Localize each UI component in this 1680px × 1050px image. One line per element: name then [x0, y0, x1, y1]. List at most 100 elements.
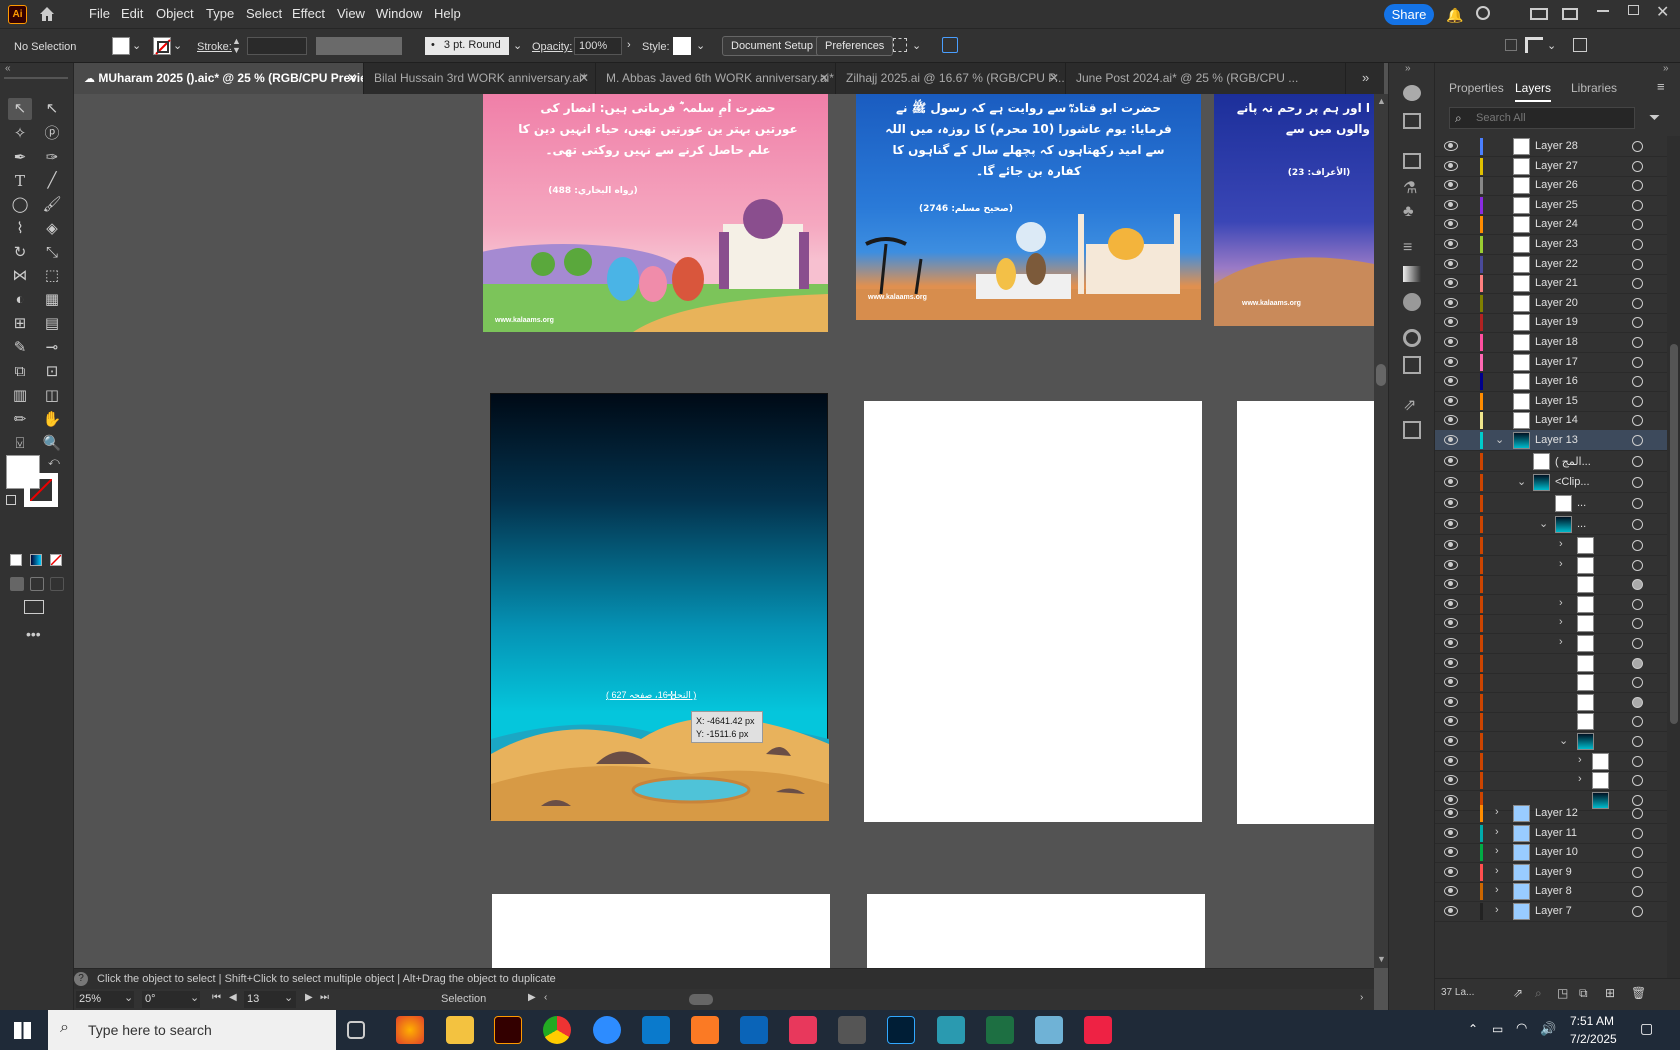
visibility-eye-icon[interactable]	[1444, 638, 1458, 648]
first-artboard-icon[interactable]: ⏮	[212, 992, 221, 1003]
locate-object-icon[interactable]: ⌕	[1535, 986, 1542, 1001]
taskbar-search[interactable]: ⌕ Type here to search	[48, 1010, 336, 1050]
opacity-label[interactable]: Opacity:	[532, 41, 572, 53]
sublayer-row[interactable]: ( المج...	[1435, 451, 1667, 472]
default-colors-icon[interactable]	[6, 495, 16, 505]
tab-document-1[interactable]: ☁ MUharam 2025 ().aic* @ 25 % (RGB/CPU P…	[74, 63, 364, 94]
expand-chevron-icon[interactable]: ›	[1578, 773, 1582, 785]
menu-window[interactable]: Window	[376, 6, 422, 21]
target-icon[interactable]	[1632, 827, 1643, 839]
layer-row[interactable]: Layer 28	[1435, 136, 1667, 157]
visibility-eye-icon[interactable]	[1444, 827, 1458, 838]
layer-row[interactable]: › Layer 12	[1435, 803, 1667, 824]
magic-wand-tool-icon[interactable]: ✧	[8, 123, 32, 145]
direct-selection-tool-icon[interactable]: ↖	[40, 98, 64, 120]
artboard-blank-2[interactable]	[1237, 401, 1374, 824]
expand-chevron-icon[interactable]: ›	[1495, 884, 1499, 896]
prev-artboard-icon[interactable]: ◀	[229, 992, 237, 1003]
wifi-icon[interactable]: ◠	[1516, 1020, 1527, 1036]
vertical-scrollbar[interactable]: ▲ ▼	[1374, 94, 1388, 968]
none-mode-icon[interactable]	[50, 554, 62, 566]
visibility-eye-icon[interactable]	[1444, 498, 1458, 508]
photoshop-icon[interactable]	[887, 1016, 915, 1044]
pen-tool-icon[interactable]: ✒	[8, 147, 32, 169]
layer-row[interactable]: Layer 22	[1435, 254, 1667, 275]
visibility-eye-icon[interactable]	[1444, 239, 1458, 249]
chrome-icon[interactable]	[543, 1016, 571, 1044]
creative-cloud-icon[interactable]	[789, 1016, 817, 1044]
visibility-eye-icon[interactable]	[1444, 141, 1458, 151]
visibility-eye-icon[interactable]	[1444, 559, 1458, 570]
artboard-blank-3[interactable]	[492, 894, 830, 968]
tab-document-3[interactable]: M. Abbas Javed 6th WORK anniversary.ai* …	[596, 63, 836, 94]
visibility-eye-icon[interactable]	[1444, 696, 1458, 707]
target-icon[interactable]	[1632, 356, 1643, 368]
brush-dropdown-icon[interactable]: ⌄	[513, 39, 522, 52]
collapse-toolbar-icon[interactable]: «	[5, 63, 11, 74]
sublayer-row[interactable]: ›	[1435, 613, 1667, 635]
artboard-dropdown-icon[interactable]: ⌄	[284, 991, 293, 1004]
mesh-tool-icon[interactable]: ⊞	[8, 313, 32, 335]
scroll-up-icon[interactable]: ▲	[1377, 96, 1386, 106]
variable-width-profile[interactable]	[316, 37, 402, 55]
layer-row[interactable]: › Layer 7	[1435, 901, 1667, 922]
target-icon[interactable]	[1632, 297, 1643, 309]
stroke-panel-icon[interactable]: ≡	[1403, 239, 1412, 257]
target-icon[interactable]	[1632, 598, 1643, 610]
visibility-eye-icon[interactable]	[1444, 866, 1458, 877]
align-dropdown-icon[interactable]: ⌄	[912, 39, 921, 52]
target-icon[interactable]	[1632, 775, 1643, 787]
sublayer-row[interactable]: ›	[1435, 555, 1667, 576]
expand-chevron-icon[interactable]: ›	[1495, 904, 1499, 916]
hand-tool-icon[interactable]: ✋	[40, 409, 64, 431]
visibility-eye-icon[interactable]	[1444, 657, 1458, 668]
target-icon[interactable]	[1632, 736, 1643, 747]
visibility-eye-icon[interactable]	[1444, 677, 1458, 688]
stroke-swatch[interactable]	[153, 37, 171, 55]
taskbar-date[interactable]: 7/2/2025	[1570, 1032, 1617, 1046]
sublayer-row[interactable]: ⌄ ...	[1435, 514, 1667, 535]
target-icon[interactable]	[1632, 638, 1643, 649]
stroke-label[interactable]: Stroke:	[197, 41, 232, 53]
layer-row[interactable]: › Layer 9	[1435, 862, 1667, 883]
canvas[interactable]: حضرت اُمِ سلمہ ؓ فرماتی ہیں: انصار کی عو…	[74, 94, 1374, 968]
visibility-eye-icon[interactable]	[1444, 540, 1458, 550]
file-explorer-icon[interactable]	[446, 1016, 474, 1044]
task-view-icon[interactable]	[347, 1021, 365, 1039]
opacity-input[interactable]: 100%	[574, 37, 622, 55]
rotate-tool-icon[interactable]: ↻	[8, 242, 32, 264]
layer-row[interactable]: Layer 14	[1435, 410, 1667, 432]
opacity-arrow-icon[interactable]: ›	[627, 39, 631, 51]
blend-tool-icon[interactable]: ⊸	[40, 337, 64, 359]
tab-libraries[interactable]: Libraries	[1571, 81, 1617, 95]
layers-scrollbar[interactable]	[1667, 136, 1680, 978]
close-window-icon[interactable]: ✕	[1656, 2, 1669, 22]
tab-close-icon[interactable]: ✕	[819, 71, 829, 85]
home-icon[interactable]	[38, 5, 56, 23]
arrange-icon[interactable]	[1530, 8, 1548, 20]
layer-row[interactable]: Layer 23	[1435, 234, 1667, 255]
target-icon[interactable]	[1632, 498, 1643, 509]
visibility-eye-icon[interactable]	[1444, 456, 1458, 466]
layer-row[interactable]: Layer 17	[1435, 352, 1667, 373]
expand-chevron-icon[interactable]: ⌄	[1539, 517, 1548, 530]
vertical-scroll-thumb[interactable]	[1376, 364, 1386, 386]
target-icon[interactable]	[1632, 477, 1643, 488]
windows-start-icon[interactable]	[14, 1022, 31, 1039]
symbols-icon[interactable]: ♣	[1403, 203, 1414, 221]
target-icon[interactable]	[1632, 141, 1643, 152]
layer-row[interactable]: Layer 20	[1435, 293, 1667, 314]
menu-type[interactable]: Type	[206, 6, 234, 21]
fill-dropdown-icon[interactable]: ⌄	[132, 39, 141, 52]
target-icon[interactable]	[1632, 160, 1643, 172]
puppet-warp-tool-icon[interactable]: ⍌	[8, 433, 32, 455]
visibility-eye-icon[interactable]	[1444, 337, 1458, 347]
gradient-panel-icon[interactable]	[1403, 266, 1421, 282]
sublayer-row[interactable]	[1435, 711, 1667, 733]
brushes-icon[interactable]: ⚗	[1403, 178, 1417, 198]
zoom-app-icon[interactable]	[593, 1016, 621, 1044]
illustrator-taskbar-icon[interactable]	[494, 1016, 522, 1044]
target-icon[interactable]	[1632, 456, 1643, 467]
layer-row[interactable]: Layer 19	[1435, 312, 1667, 334]
tray-overflow-icon[interactable]: ⌃	[1468, 1022, 1478, 1036]
